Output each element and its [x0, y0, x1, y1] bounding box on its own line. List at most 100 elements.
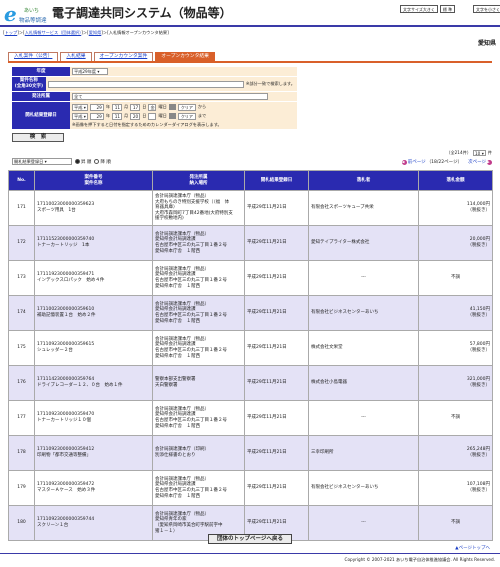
radio-off-icon: [94, 159, 100, 164]
to-clear-button[interactable]: クリア: [177, 112, 196, 120]
case-name-link[interactable]: ドライブレコーダー１２、０台 始め１件: [37, 383, 150, 389]
row-date: 平成29年11月21日: [244, 190, 309, 226]
to-year-input[interactable]: 29: [89, 112, 104, 120]
row-case: 17111523000000359740 トナーカートリッジ 1本: [34, 225, 153, 261]
sort-asc-radio[interactable]: 昇 順: [75, 159, 91, 165]
row-winner: 有限会社スポーツキューブ共栄: [308, 190, 419, 226]
case-name-link[interactable]: スクリーン１台: [37, 523, 150, 529]
row-case: 17110023000000359610 補助記憶装置１台 始め２件: [34, 295, 153, 331]
table-row: 177 17110923000000359470 トナーカートリッジ１０個 会計局調達…: [8, 400, 493, 436]
row-date: 平成29年11月21日: [244, 295, 309, 331]
from-month-input[interactable]: 11: [112, 103, 123, 111]
case-name-link[interactable]: 補助記憶装置１台 始め２件: [37, 313, 150, 319]
search-button[interactable]: 検 索: [12, 133, 64, 142]
to-month-input[interactable]: 11: [112, 112, 123, 120]
pager: ◀ 前ページ （18/22ページ） 次ページ ▶: [401, 159, 492, 165]
site-logo[interactable]: e あいち 物品等調達: [4, 4, 50, 24]
to-era-select[interactable]: 平成 ▾: [72, 112, 88, 120]
case-name-link[interactable]: 印刷物「都市交通等整備」: [37, 453, 150, 459]
row-amount: 57,800円 （税抜き）: [418, 330, 493, 366]
tab-bid-result[interactable]: 入札結果: [60, 52, 92, 61]
row-no: 171: [8, 190, 35, 226]
table-row: 175 17110923000000359615 シュレッダー２台 会計局調達課本庁（…: [8, 330, 493, 366]
calendar-note: ※画像を押下すると日付を指定するためのカレンダーダイアログを表示します。: [72, 121, 222, 127]
calendar-icon[interactable]: [168, 104, 176, 110]
row-org: 会計局調達課本庁（物品） 愛知県会計局調達課 名古屋市中区三の丸三丁目１番２号 …: [152, 330, 245, 366]
row-org: 会計局調達課本庁（物品） 愛知県会計局調達課 名古屋市中区三の丸三丁目１番２号 …: [152, 400, 245, 436]
font-large-button[interactable]: 文字サイズ大きく: [400, 5, 438, 13]
case-name-link[interactable]: インデックスロパック 始め４件: [37, 278, 150, 284]
row-org: 会計局調達課本庁（物品） 愛知県会計局調達課 名古屋市中区三の丸三丁目１番２号 …: [152, 260, 245, 296]
font-normal-button[interactable]: 標 準: [439, 5, 456, 13]
row-case: 17110023000000359623 スポーツ用具 1台: [34, 190, 153, 226]
table-row: 172 17111523000000359740 トナーカートリッジ 1本 会計局調達…: [8, 225, 493, 261]
row-date: 平成29年11月21日: [244, 435, 309, 471]
org-select[interactable]: 全て: [72, 93, 268, 100]
row-case: 17111923000000359471 インデックスロパック 始め４件: [34, 260, 153, 296]
row-date: 平成29年11月21日: [244, 365, 309, 401]
case-name-link[interactable]: マスターＡケース 始め３件: [37, 488, 150, 494]
row-no: 175: [8, 330, 35, 366]
breadcrumb-top[interactable]: トップ: [5, 30, 18, 35]
per-page-select[interactable]: 10 ▾: [473, 150, 486, 156]
search-form: 年度 平成29年度 ▾ 案件名称 (全角30文字) ※部分一致で検索します。 発注…: [12, 67, 297, 130]
page-size-control: （全214件） 10 ▾ 件: [446, 150, 492, 156]
radio-on-icon: [75, 159, 80, 164]
page-top-link[interactable]: ▲ページトップへ: [455, 545, 490, 551]
breadcrumb-aichi[interactable]: 愛知県: [89, 30, 102, 35]
case-name-input[interactable]: [47, 80, 244, 88]
row-amount: 不調: [418, 505, 493, 541]
year-select[interactable]: 平成29年度 ▾: [72, 68, 108, 75]
to-day-input[interactable]: 20: [130, 112, 141, 120]
row-case: 17110923000000359412 印刷物「都市交通等整備」: [34, 435, 153, 471]
row-amount: 41,150円 （税抜き）: [418, 295, 493, 331]
tab-open-counter-case[interactable]: オープンカウンタ案件: [93, 52, 154, 61]
table-row: 178 17110923000000359412 印刷物「都市交通等整備」 会計局調達…: [8, 435, 493, 471]
prev-page-link[interactable]: ◀ 前ページ （18/22ページ）: [401, 159, 462, 165]
footer: Copyright © 2007-2021 あいち電子自治体推進協議会. All…: [0, 553, 500, 567]
col-no: No.: [8, 170, 35, 191]
from-clear-button[interactable]: クリア: [177, 103, 196, 111]
from-era-select[interactable]: 平成 ▾: [72, 103, 88, 111]
breadcrumb-service[interactable]: 入札情報サービス（団体選択）: [25, 30, 82, 35]
row-case: 17110923000000359472 マスターＡケース 始め３件: [34, 470, 153, 506]
row-date: 平成29年11月21日: [244, 330, 309, 366]
row-amount: 107,108円 （税抜き）: [418, 470, 493, 506]
row-winner: 有限会社ビジネスセンターあいち: [308, 470, 419, 506]
date-to-row: 平成 ▾ 29 年 11 月 20 日 曜日 クリア まで: [72, 112, 207, 120]
col-winner: 落札者: [308, 170, 419, 191]
font-small-button[interactable]: 文字を小さく: [473, 5, 500, 13]
row-no: 179: [8, 470, 35, 506]
case-name-label: 案件名称 (全角30文字): [12, 77, 46, 91]
row-no: 177: [8, 400, 35, 436]
region-name: 愛知県: [477, 40, 496, 47]
table-header-row: No. 案件番号 案件名称 発注所属 納入場所 開札結果登録日 落札者 落札金額: [8, 170, 493, 191]
logo-text-top: あいち: [24, 8, 40, 14]
table-row: 171 17110023000000359623 スポーツ用具 1台 会計局調達課本庁…: [8, 190, 493, 226]
from-year-input[interactable]: 29: [89, 103, 104, 111]
total-count: （全214件）: [446, 150, 472, 155]
col-case: 案件番号 案件名称: [34, 170, 153, 191]
row-no: 174: [8, 295, 35, 331]
breadcrumb-current: 入札情報オープンカウンタ結果: [108, 30, 168, 35]
row-amount: 不調: [418, 400, 493, 436]
row-amount: 114,000円 （税抜き）: [418, 190, 493, 226]
row-winner: ---: [308, 260, 419, 296]
system-title: 電子調達共同システム（物品等）: [52, 6, 232, 20]
calendar-icon[interactable]: [168, 113, 176, 119]
case-name-link[interactable]: スポーツ用具 1台: [37, 208, 150, 214]
tab-bid-notice[interactable]: 入札案件（公告）: [8, 52, 59, 61]
sort-desc-radio[interactable]: 降 順: [94, 159, 111, 165]
row-winner: ---: [308, 400, 419, 436]
col-amount: 落札金額: [418, 170, 493, 191]
sort-select[interactable]: 開札結果登録日 ▾: [12, 158, 72, 165]
case-name-link[interactable]: トナーカートリッジ１０個: [37, 418, 150, 424]
from-day-input[interactable]: 17: [130, 103, 141, 111]
tab-open-counter-result[interactable]: オープンカウンタ結果: [155, 52, 215, 61]
date-label: 開札結果登録日: [12, 102, 70, 129]
row-org: 会計局調達課本庁（物品） 愛知県会計局調達課 名古屋市中区三の丸三丁目１番２号 …: [152, 470, 245, 506]
next-page-link[interactable]: 次ページ ▶: [468, 159, 492, 165]
case-name-link[interactable]: シュレッダー２台: [37, 348, 150, 354]
back-to-org-top-button[interactable]: 団体のトップページへ戻る: [208, 534, 292, 544]
case-name-link[interactable]: トナーカートリッジ 1本: [37, 243, 150, 249]
